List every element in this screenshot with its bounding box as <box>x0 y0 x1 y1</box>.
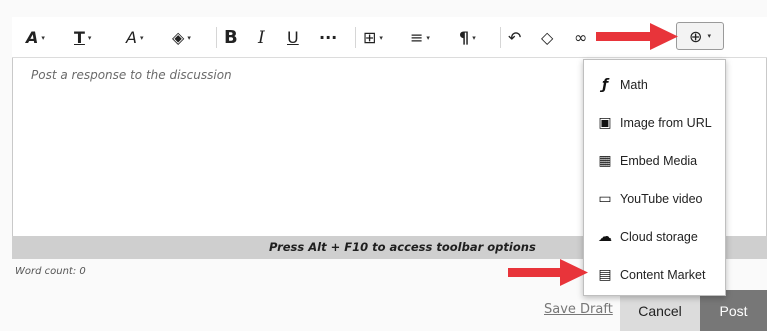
menu-item-label: Embed Media <box>620 154 698 168</box>
menu-item-cloud-storage[interactable]: ☁ Cloud storage <box>584 218 725 256</box>
chevron-down-icon: ▾ <box>472 33 476 42</box>
font-family-button[interactable]: T ▾ <box>74 17 91 58</box>
chevron-down-icon: ▾ <box>187 33 191 42</box>
eraser-icon: ◇ <box>541 27 554 47</box>
text-style-button[interactable]: A ▾ <box>26 17 45 58</box>
chevron-down-icon: ▾ <box>707 32 711 40</box>
post-button[interactable]: Post <box>700 290 767 331</box>
menu-item-math[interactable]: ƒ Math <box>584 66 725 104</box>
chevron-down-icon: ▾ <box>379 33 383 42</box>
toolbar-divider <box>216 27 217 48</box>
content-market-icon: ▤ <box>598 267 612 283</box>
undo-button[interactable]: ↶ <box>508 17 521 58</box>
chevron-down-icon: ▾ <box>139 33 144 42</box>
cloud-storage-icon: ☁ <box>598 229 612 245</box>
font-size-button[interactable]: A ▾ <box>126 17 143 58</box>
cancel-button[interactable]: Cancel <box>620 290 700 331</box>
link-icon: ∞ <box>574 27 588 47</box>
menu-item-label: Content Market <box>620 268 706 282</box>
chevron-down-icon: ▾ <box>87 33 92 42</box>
more-icon: ··· <box>319 27 338 47</box>
table-button[interactable]: ⊞ ▾ <box>363 17 383 58</box>
menu-item-content-market[interactable]: ▤ Content Market <box>584 256 725 294</box>
toolbar-divider <box>355 27 356 48</box>
paint-bucket-icon: ◈ <box>172 27 185 47</box>
underline-icon: U <box>287 27 299 47</box>
link-button[interactable]: ∞ <box>574 17 587 58</box>
accessibility-hint: Press Alt + F10 to access toolbar option… <box>269 240 536 254</box>
youtube-icon: ▭ <box>598 191 612 207</box>
chevron-down-icon: ▾ <box>41 33 45 42</box>
menu-item-label: Math <box>620 78 648 92</box>
image-url-icon: ▣ <box>598 115 612 131</box>
save-draft-link[interactable]: Save Draft <box>544 302 613 317</box>
more-formatting-button[interactable]: ··· <box>319 17 337 58</box>
undo-icon: ↶ <box>508 27 522 47</box>
red-arrow-icon <box>596 23 678 50</box>
menu-item-label: Cloud storage <box>620 230 698 244</box>
menu-item-embed-media[interactable]: ▦ Embed Media <box>584 142 725 180</box>
underline-button[interactable]: U <box>287 17 299 58</box>
text-style-icon: A <box>26 27 39 47</box>
reply-editor-frame: A ▾ T ▾ A ▾ ◈ ▾ B I U ··· ⊞ ▾ ≡ ▾ ¶ ▾ ↶ … <box>0 0 767 331</box>
align-button[interactable]: ≡ ▾ <box>410 17 430 58</box>
math-icon: ƒ <box>601 77 609 93</box>
table-icon: ⊞ <box>363 27 377 47</box>
plus-circle-icon: ⊕ <box>689 26 703 46</box>
font-size-icon: A <box>126 27 137 47</box>
paragraph-button[interactable]: ¶ ▾ <box>459 17 476 58</box>
menu-item-label: YouTube video <box>620 192 703 206</box>
toolbar-divider <box>500 27 501 48</box>
font-family-icon: T <box>74 27 85 47</box>
text-color-button[interactable]: ◈ ▾ <box>172 17 191 58</box>
paragraph-icon: ¶ <box>459 27 470 47</box>
align-icon: ≡ <box>410 27 424 47</box>
editor-placeholder: Post a response to the discussion <box>31 68 232 82</box>
embed-media-icon: ▦ <box>598 153 612 169</box>
red-arrow-icon <box>508 259 588 286</box>
word-count: Word count: 0 <box>15 266 86 277</box>
bold-button[interactable]: B <box>224 17 238 58</box>
menu-item-image-from-url[interactable]: ▣ Image from URL <box>584 104 725 142</box>
italic-button[interactable]: I <box>258 17 265 58</box>
insert-content-menu: ƒ Math ▣ Image from URL ▦ Embed Media ▭ … <box>583 59 726 296</box>
menu-item-youtube-video[interactable]: ▭ YouTube video <box>584 180 725 218</box>
clear-formatting-button[interactable]: ◇ <box>541 17 553 58</box>
italic-icon: I <box>258 27 265 48</box>
bold-icon: B <box>224 26 238 48</box>
menu-item-label: Image from URL <box>620 116 712 130</box>
chevron-down-icon: ▾ <box>426 33 430 42</box>
